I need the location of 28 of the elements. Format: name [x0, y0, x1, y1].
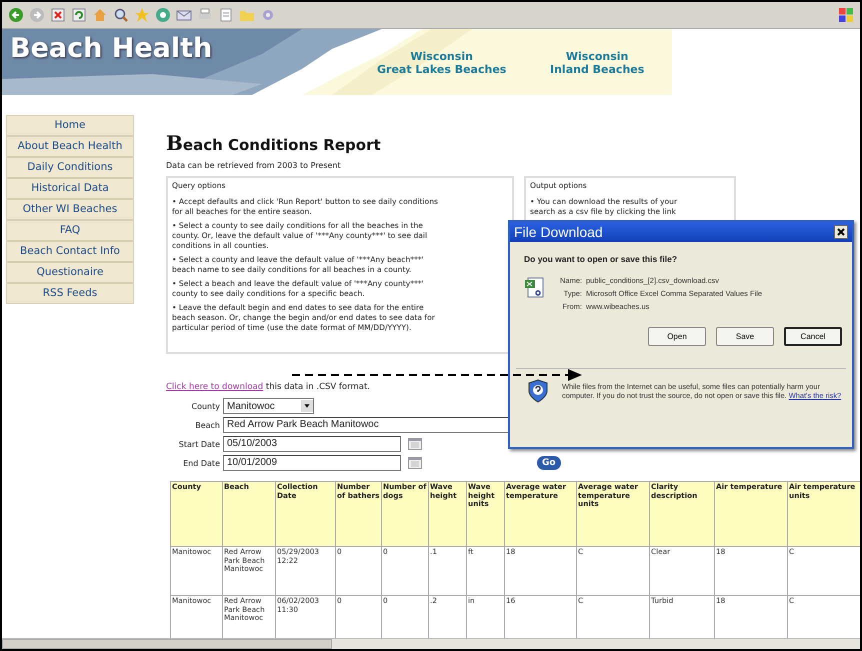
region-link[interactable]: Wisconsin Inland Beaches — [550, 50, 644, 76]
region-link[interactable]: Wisconsin Great Lakes Beaches — [377, 50, 506, 76]
nav-link[interactable]: Beach Contact Info — [6, 241, 134, 262]
nav-link[interactable]: Other WI Beaches — [6, 199, 134, 220]
download-link[interactable]: Click here to download — [166, 382, 264, 392]
go-button[interactable]: Go — [537, 456, 561, 470]
nav-link[interactable]: Home — [6, 115, 134, 136]
nav-link[interactable]: Historical Data — [6, 178, 134, 199]
field-label: County — [190, 402, 220, 410]
start-date-field[interactable]: 05/10/2003 — [223, 436, 401, 452]
dialog-question: Do you want to open or save this file? — [524, 254, 678, 264]
dialog-button[interactable]: Open — [648, 327, 706, 346]
site-title: Beach Health — [10, 33, 212, 64]
dialog-button[interactable]: Save — [716, 327, 774, 346]
end-date-field[interactable]: 10/01/2009 — [223, 455, 401, 471]
dialog-button[interactable]: Cancel — [784, 327, 842, 346]
nav-link[interactable]: Questionaire — [6, 262, 134, 283]
report-note: Data can be retrieved from 2003 to Present — [166, 161, 342, 170]
field-label: Start Date — [178, 440, 220, 448]
field-label: Beach — [194, 420, 220, 430]
nav-link[interactable]: About Beach Health — [6, 136, 134, 157]
nav-link[interactable]: RSS Feeds — [6, 283, 134, 304]
county-dropdown[interactable]: Manitowoc — [223, 398, 314, 414]
nav-link[interactable]: Daily Conditions — [6, 157, 134, 178]
field-label: End Date — [182, 458, 220, 468]
dialog-title: File Download — [514, 224, 603, 240]
report-title: Beach Conditions Report — [166, 131, 382, 155]
nav-link[interactable]: FAQ — [6, 220, 134, 241]
